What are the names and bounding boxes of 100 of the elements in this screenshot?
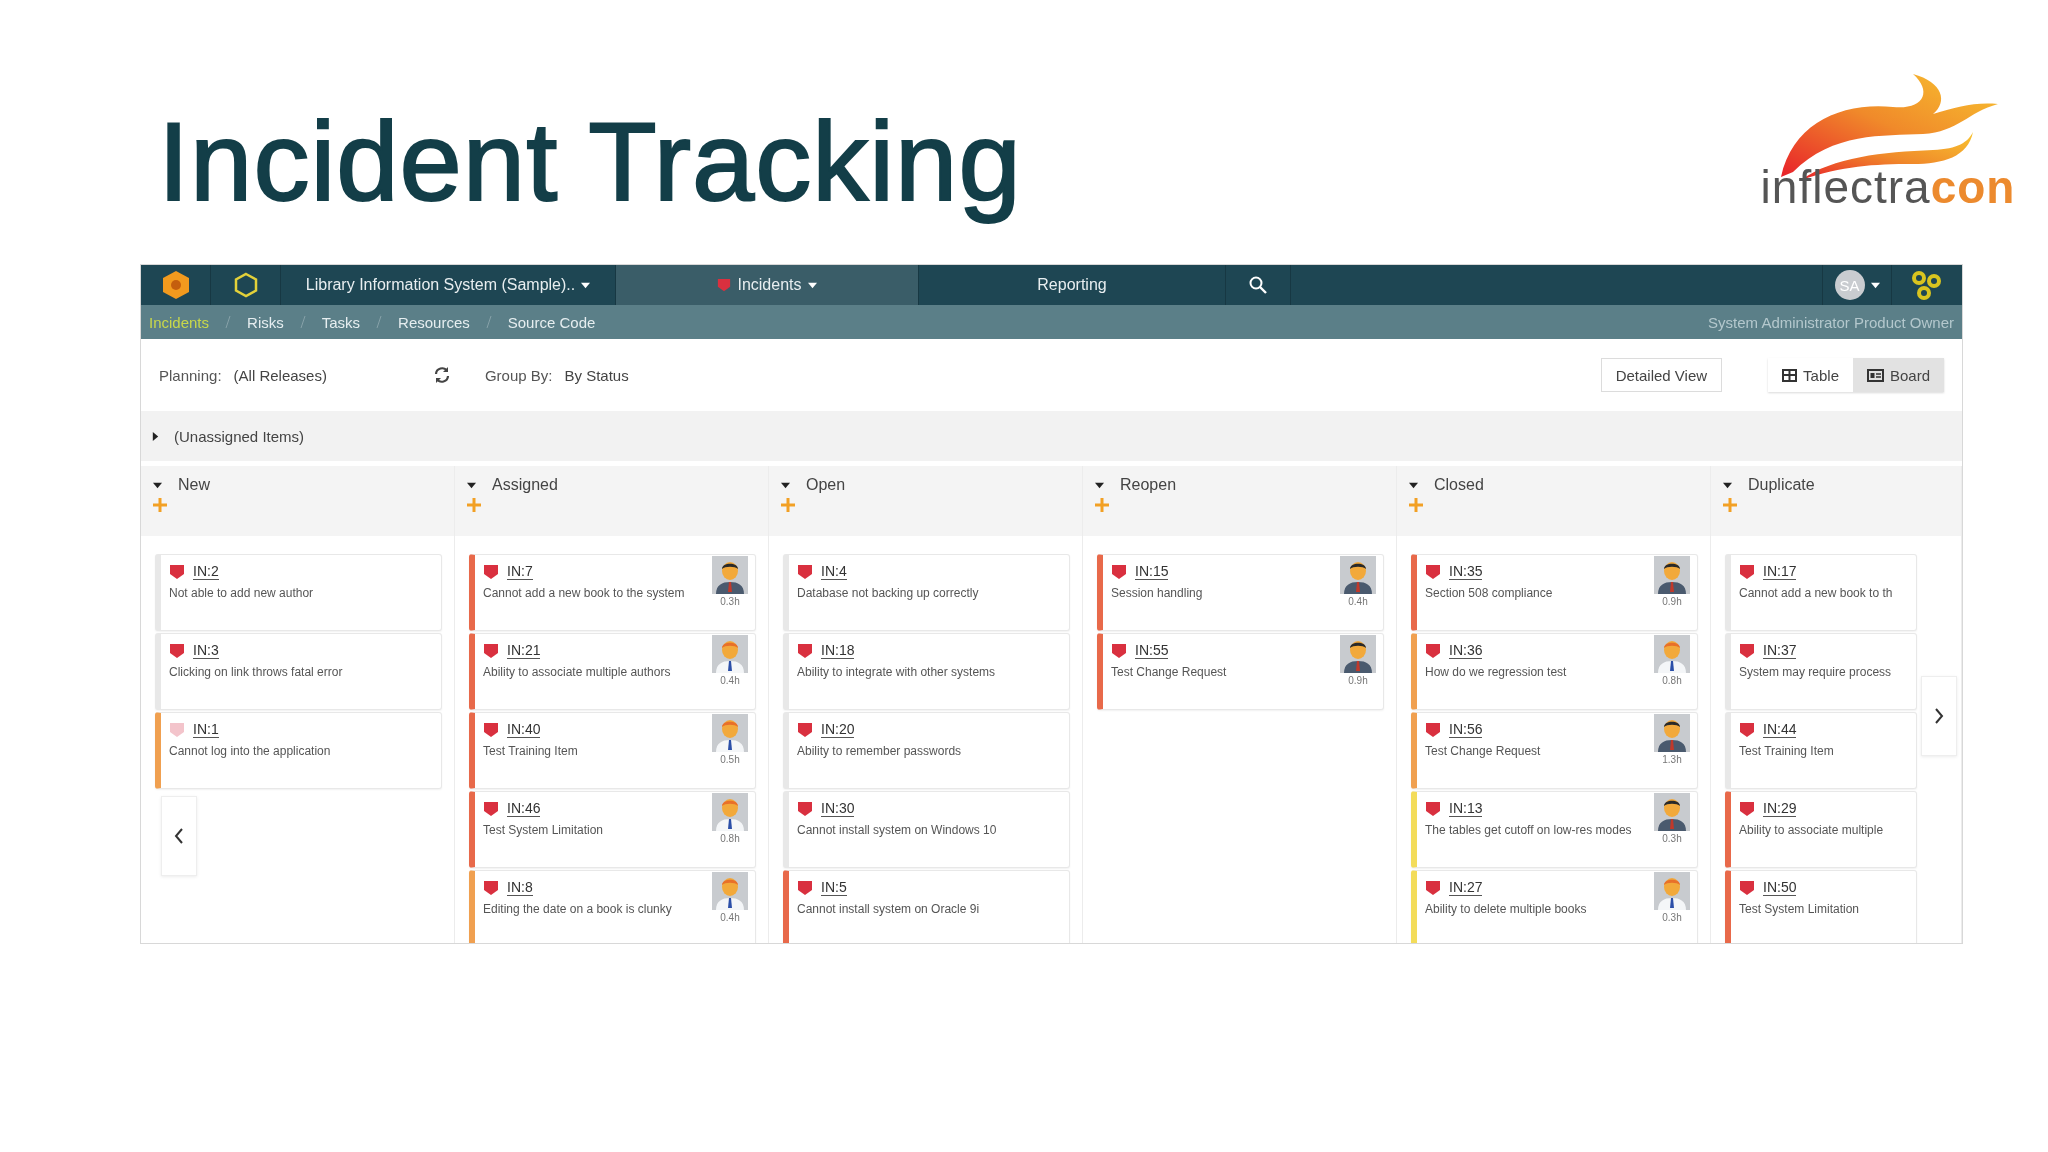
logo-wordmark: inflectracon	[1760, 164, 2016, 210]
add-icon[interactable]	[1723, 498, 1737, 512]
incident-title: The tables get cutoff on low-res modes	[1425, 823, 1633, 837]
shield-icon	[1425, 800, 1441, 817]
incident-id-link[interactable]: IN:15	[1135, 563, 1169, 580]
incident-id-link[interactable]: IN:37	[1763, 642, 1797, 659]
add-icon[interactable]	[467, 498, 481, 512]
view-toggle-button[interactable]: Table	[1768, 358, 1853, 392]
incident-id-link[interactable]: IN:44	[1763, 721, 1797, 738]
incident-id-link[interactable]: IN:21	[507, 642, 541, 659]
incident-card[interactable]: IN:55 Test Change Request 0.9h	[1097, 633, 1384, 710]
person-icon	[712, 872, 748, 910]
incident-title: Ability to remember passwords	[797, 744, 963, 758]
incident-card[interactable]: IN:2 Not able to add new author	[155, 554, 442, 631]
person-icon	[1654, 635, 1690, 673]
incident-card[interactable]: IN:4 Database not backing up correctly	[783, 554, 1070, 631]
incident-card[interactable]: IN:35 Section 508 compliance 0.9h	[1411, 554, 1698, 631]
hours-text: 0.9h	[1662, 596, 1682, 607]
planning-value[interactable]: (All Releases)	[233, 366, 327, 384]
incident-title: Ability to associate multiple authors	[483, 665, 672, 679]
incident-id-link[interactable]: IN:17	[1763, 563, 1797, 580]
breadcrumb-link[interactable]: Source Code	[507, 313, 596, 331]
incident-card[interactable]: IN:3 Clicking on link throws fatal error	[155, 633, 442, 710]
group-label[interactable]: (Unassigned Items)	[174, 427, 305, 445]
incident-title: Section 508 compliance	[1425, 586, 1554, 600]
incident-id-link[interactable]: IN:13	[1449, 800, 1483, 817]
incident-card[interactable]: IN:8 Editing the date on a book is clunky 0.4h	[469, 870, 756, 943]
incident-card[interactable]: IN:21 Ability to associate multiple authors 0.4h	[469, 633, 756, 710]
add-icon[interactable]	[1409, 498, 1423, 512]
incident-id-link[interactable]: IN:27	[1449, 879, 1483, 896]
incident-id-link[interactable]: IN:3	[193, 642, 219, 659]
group-by-label: Group By:	[484, 366, 553, 384]
incident-id-link[interactable]: IN:30	[821, 800, 855, 817]
incident-card[interactable]: IN:20 Ability to remember passwords	[783, 712, 1070, 789]
shield-icon	[169, 563, 185, 580]
incident-card[interactable]: IN:36 How do we regression test 0.8h	[1411, 633, 1698, 710]
incident-id-link[interactable]: IN:8	[507, 879, 533, 896]
caret-icon	[1723, 480, 1732, 490]
incident-card[interactable]: IN:29 Ability to associate multiple	[1725, 791, 1917, 868]
gears-icon[interactable]	[1910, 269, 1944, 301]
add-icon[interactable]	[781, 498, 795, 512]
person-icon	[1340, 635, 1376, 673]
shield-icon	[797, 800, 813, 817]
incident-id-link[interactable]: IN:29	[1763, 800, 1797, 817]
shield-icon	[1425, 563, 1441, 580]
hexagon-logo-icon[interactable]	[160, 270, 191, 300]
nav-tab[interactable]: Incidents	[616, 265, 919, 305]
slide-title: Incident Tracking	[158, 100, 1022, 226]
refresh-icon[interactable]	[432, 366, 451, 384]
incident-card[interactable]: IN:40 Test Training Item 0.5h	[469, 712, 756, 789]
incident-id-link[interactable]: IN:4	[821, 563, 847, 580]
incident-id-link[interactable]: IN:40	[507, 721, 541, 738]
incident-id-link[interactable]: IN:5	[821, 879, 847, 896]
shield-icon	[797, 563, 813, 580]
incident-card[interactable]: IN:7 Cannot add a new book to the system 0.3h	[469, 554, 756, 631]
incident-card[interactable]: IN:37 System may require process	[1725, 633, 1917, 710]
add-icon[interactable]	[1095, 498, 1109, 512]
detailed-view-button[interactable]: Detailed View	[1600, 358, 1723, 392]
breadcrumb-link[interactable]: Resources	[398, 313, 470, 331]
incident-card[interactable]: IN:5 Cannot install system on Oracle 9i	[783, 870, 1070, 943]
incident-card[interactable]: IN:1 Cannot log into the application	[155, 712, 442, 789]
search-icon[interactable]	[1249, 276, 1267, 294]
add-icon[interactable]	[153, 498, 167, 512]
incident-id-link[interactable]: IN:50	[1763, 879, 1797, 896]
breadcrumb-link[interactable]: Tasks	[321, 313, 361, 331]
incident-title: Cannot install system on Oracle 9i	[797, 902, 981, 916]
incident-card[interactable]: IN:46 Test System Limitation 0.8h	[469, 791, 756, 868]
shield-icon	[483, 721, 499, 738]
incident-card[interactable]: IN:30 Cannot install system on Windows 10	[783, 791, 1070, 868]
breadcrumb-link[interactable]: Risks	[247, 313, 284, 331]
slash-separator-icon	[299, 315, 306, 329]
incident-card[interactable]: IN:44 Test Training Item	[1725, 712, 1917, 789]
incident-card[interactable]: IN:56 Test Change Request 1.3h	[1411, 712, 1698, 789]
incident-id-link[interactable]: IN:20	[821, 721, 855, 738]
incident-id-link[interactable]: IN:2	[193, 563, 219, 580]
hexagon-icon[interactable]	[232, 272, 259, 298]
incident-id-link[interactable]: IN:55	[1135, 642, 1169, 659]
incident-card[interactable]: IN:27 Ability to delete multiple books 0.3h	[1411, 870, 1698, 943]
incident-id-link[interactable]: IN:46	[507, 800, 541, 817]
incident-card[interactable]: IN:18 Ability to integrate with other systems	[783, 633, 1070, 710]
hours-text: 0.5h	[720, 754, 740, 765]
incident-card[interactable]: IN:13 The tables get cutoff on low-res modes 0.3h	[1411, 791, 1698, 868]
incident-id-link[interactable]: IN:18	[821, 642, 855, 659]
previous-button[interactable]	[161, 796, 197, 876]
incident-id-link[interactable]: IN:7	[507, 563, 533, 580]
incident-id-link[interactable]: IN:36	[1449, 642, 1483, 659]
table-icon	[1782, 368, 1798, 382]
shield-icon	[1425, 642, 1441, 659]
shield-icon	[483, 642, 499, 659]
shield-icon	[797, 642, 813, 659]
view-toggle-button[interactable]: Board	[1852, 358, 1944, 392]
incident-card[interactable]: IN:15 Session handling 0.4h	[1097, 554, 1384, 631]
incident-id-link[interactable]: IN:1	[193, 721, 219, 738]
incident-id-link[interactable]: IN:56	[1449, 721, 1483, 738]
incident-id-link[interactable]: IN:35	[1449, 563, 1483, 580]
incident-title: Database not backing up correctly	[797, 586, 980, 600]
incident-card[interactable]: IN:17 Cannot add a new book to th	[1725, 554, 1917, 631]
group-by-value[interactable]: By Status	[564, 366, 629, 384]
next-button[interactable]	[1921, 676, 1957, 756]
incident-card[interactable]: IN:50 Test System Limitation	[1725, 870, 1917, 943]
